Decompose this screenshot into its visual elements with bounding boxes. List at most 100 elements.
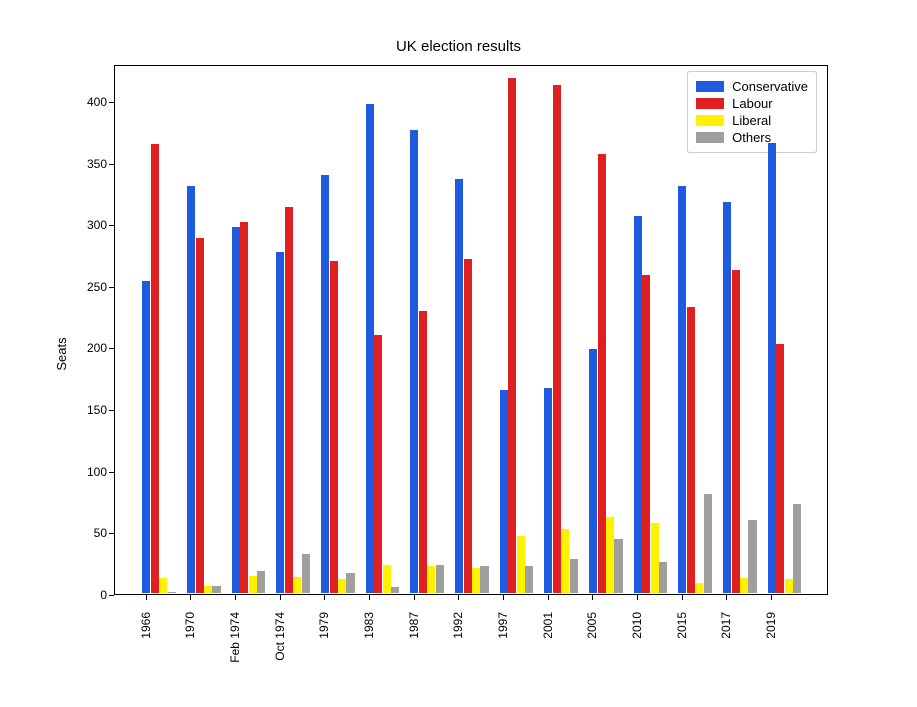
bar-conservative [142, 281, 150, 593]
bar-liberal [561, 529, 569, 593]
bar-conservative [366, 104, 374, 593]
x-tick-label: 1992 [451, 612, 465, 672]
y-tick-mark [109, 164, 114, 165]
bar-conservative [455, 179, 463, 593]
bar-conservative [187, 186, 195, 593]
y-tick-label: 300 [87, 218, 107, 232]
bar-liberal [695, 583, 703, 593]
bar-liberal [338, 579, 346, 593]
bar-liberal [785, 579, 793, 593]
x-tick-mark [637, 595, 638, 600]
legend-item: Others [696, 130, 808, 145]
bar-others [793, 504, 801, 593]
bar-liberal [517, 536, 525, 593]
legend-swatch [696, 98, 724, 109]
bar-liberal [472, 568, 480, 593]
bar-labour [285, 207, 293, 593]
legend-swatch [696, 132, 724, 143]
bar-others [570, 559, 578, 594]
x-tick-mark [503, 595, 504, 600]
legend-swatch [696, 81, 724, 92]
plot-area: ConservativeLabourLiberalOthers [114, 65, 828, 595]
x-tick-label: 2005 [585, 612, 599, 672]
bar-others [525, 566, 533, 593]
bar-labour [464, 259, 472, 593]
bar-others [302, 554, 310, 593]
y-tick-mark [109, 225, 114, 226]
x-tick-label: 1983 [362, 612, 376, 672]
legend-item: Conservative [696, 79, 808, 94]
bar-conservative [410, 130, 418, 593]
bar-conservative [634, 216, 642, 593]
bar-conservative [544, 388, 552, 593]
bar-liberal [427, 566, 435, 593]
y-tick-label: 150 [87, 403, 107, 417]
y-tick-label: 350 [87, 157, 107, 171]
bar-others [257, 571, 265, 593]
y-tick-mark [109, 595, 114, 596]
bar-others [391, 587, 399, 593]
x-tick-mark [548, 595, 549, 600]
x-tick-label: 1979 [317, 612, 331, 672]
bar-others [480, 566, 488, 593]
bar-others [436, 565, 444, 593]
chart-container: UK election results Seats ConservativeLa… [0, 0, 917, 707]
x-tick-label: 1966 [139, 612, 153, 672]
x-tick-mark [682, 595, 683, 600]
bar-liberal [383, 565, 391, 593]
y-tick-label: 400 [87, 95, 107, 109]
x-tick-label: 1987 [407, 612, 421, 672]
x-tick-mark [146, 595, 147, 600]
bar-conservative [321, 175, 329, 593]
bar-others [748, 520, 756, 593]
y-tick-mark [109, 287, 114, 288]
x-tick-mark [458, 595, 459, 600]
bar-others [346, 573, 354, 593]
x-tick-mark [369, 595, 370, 600]
bar-labour [240, 222, 248, 593]
bar-conservative [589, 349, 597, 593]
bar-labour [419, 311, 427, 593]
x-tick-label: 2010 [630, 612, 644, 672]
x-tick-label: 1970 [183, 612, 197, 672]
x-tick-mark [771, 595, 772, 600]
bar-others [168, 592, 176, 593]
bar-labour [508, 78, 516, 593]
bar-labour [151, 144, 159, 593]
y-tick-label: 0 [100, 588, 107, 602]
y-axis-label: Seats [54, 337, 69, 370]
bar-others [212, 586, 220, 593]
bar-liberal [204, 586, 212, 593]
legend-label: Labour [732, 96, 772, 111]
bar-conservative [500, 390, 508, 593]
y-tick-label: 200 [87, 341, 107, 355]
bar-conservative [723, 202, 731, 593]
x-tick-label: Feb 1974 [228, 612, 242, 672]
legend-swatch [696, 115, 724, 126]
y-tick-label: 100 [87, 465, 107, 479]
bar-liberal [606, 517, 614, 593]
bar-labour [642, 275, 650, 593]
bar-labour [598, 154, 606, 593]
bar-conservative [678, 186, 686, 593]
bar-others [704, 494, 712, 593]
x-tick-label: 2017 [719, 612, 733, 672]
y-tick-mark [109, 410, 114, 411]
bar-labour [330, 261, 338, 593]
bar-conservative [768, 143, 776, 593]
x-tick-mark [280, 595, 281, 600]
x-tick-label: 1997 [496, 612, 510, 672]
bar-conservative [232, 227, 240, 593]
bar-liberal [249, 576, 257, 593]
x-tick-label: Oct 1974 [273, 612, 287, 672]
bar-labour [687, 307, 695, 593]
bar-liberal [293, 577, 301, 593]
bar-labour [374, 335, 382, 593]
y-tick-label: 50 [94, 526, 107, 540]
bar-labour [776, 344, 784, 593]
y-tick-mark [109, 472, 114, 473]
bar-liberal [159, 578, 167, 593]
bar-labour [553, 85, 561, 593]
legend: ConservativeLabourLiberalOthers [687, 71, 817, 153]
x-tick-label: 2019 [764, 612, 778, 672]
